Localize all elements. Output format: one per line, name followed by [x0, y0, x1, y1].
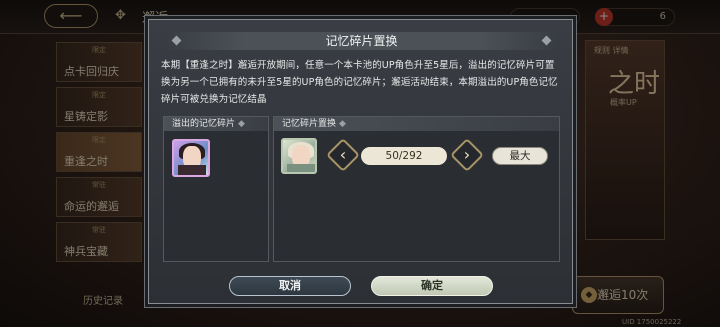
overflow-fragment-icon[interactable] [172, 139, 210, 177]
diamond-icon: ◆ [238, 119, 245, 129]
dialog-title: 记忆碎片置换 [167, 32, 556, 50]
confirm-button[interactable]: 确定 [371, 276, 493, 296]
dialog-description: 本期【重逢之时】邂逅开放期间，任意一个本卡池的UP角色升至5星后，溢出的记忆碎片… [161, 60, 558, 105]
diamond-icon: ◆ [339, 119, 346, 129]
fragment-exchange-dialog: 记忆碎片置换 本期【重逢之时】邂逅开放期间，任意一个本卡池的UP角色升至5星后，… [148, 19, 573, 304]
character-cloth [178, 165, 206, 175]
increase-button[interactable]: › [450, 138, 484, 172]
quantity-counter: 50/292 [361, 147, 447, 165]
panel-title-text: 记忆碎片置换 [282, 119, 337, 129]
panel-title: 溢出的记忆碎片 ◆ [164, 117, 268, 131]
panel-title-text: 溢出的记忆碎片 [172, 119, 236, 129]
chevron-right-icon: › [463, 145, 471, 164]
cancel-button[interactable]: 取消 [229, 276, 351, 296]
max-button[interactable]: 最大 [492, 147, 548, 165]
panel-title: 记忆碎片置换 ◆ [274, 117, 559, 131]
overflow-fragment-panel: 溢出的记忆碎片 ◆ [163, 116, 269, 262]
fragment-exchange-panel: 记忆碎片置换 ◆ ‹ 50/292 › 最大 [273, 116, 560, 262]
chevron-left-icon: ‹ [339, 145, 347, 164]
character-cloth [287, 164, 315, 172]
decrease-button[interactable]: ‹ [326, 138, 360, 172]
target-fragment-icon[interactable] [281, 138, 317, 174]
